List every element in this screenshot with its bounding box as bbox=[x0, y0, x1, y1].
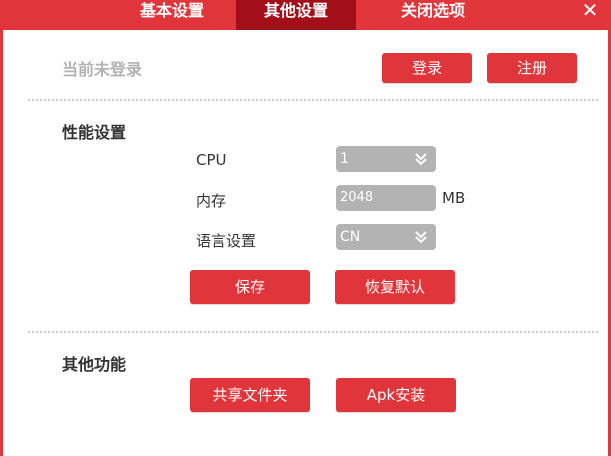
tab-bar: 基本设置 其他设置 关闭选项 ✕ bbox=[0, 0, 611, 30]
cpu-select[interactable]: 1 bbox=[336, 146, 436, 172]
other-functions-section-title: 其他功能 bbox=[62, 355, 127, 374]
language-value: CN bbox=[340, 229, 361, 245]
restore-defaults-button[interactable]: 恢复默认 bbox=[335, 270, 455, 304]
apk-install-button[interactable]: Apk安装 bbox=[336, 378, 456, 412]
chevron-down-icon bbox=[415, 231, 427, 244]
chevron-down-icon bbox=[415, 153, 427, 166]
tab-other-settings[interactable]: 其他设置 bbox=[236, 0, 356, 30]
cpu-label: CPU bbox=[196, 151, 227, 169]
close-icon[interactable]: ✕ bbox=[579, 0, 601, 22]
memory-label: 内存 bbox=[196, 192, 227, 210]
shared-folder-button[interactable]: 共享文件夹 bbox=[190, 378, 310, 412]
divider bbox=[28, 331, 598, 333]
save-button[interactable]: 保存 bbox=[190, 270, 310, 304]
language-select[interactable]: CN bbox=[336, 224, 436, 250]
language-label: 语言设置 bbox=[196, 232, 257, 250]
login-button[interactable]: 登录 bbox=[382, 53, 472, 83]
memory-input[interactable]: 2048 bbox=[336, 185, 436, 211]
register-button[interactable]: 注册 bbox=[487, 53, 577, 83]
settings-panel: 当前未登录 登录 注册 性能设置 CPU 1 内存 2048 MB 语言设置 C… bbox=[3, 30, 608, 456]
login-status-text: 当前未登录 bbox=[62, 60, 143, 79]
divider bbox=[28, 99, 598, 101]
tab-basic-settings[interactable]: 基本设置 bbox=[118, 0, 226, 30]
cpu-value: 1 bbox=[340, 151, 349, 167]
performance-section-title: 性能设置 bbox=[62, 123, 127, 142]
tab-close-options[interactable]: 关闭选项 bbox=[378, 0, 488, 30]
memory-unit: MB bbox=[442, 189, 466, 207]
